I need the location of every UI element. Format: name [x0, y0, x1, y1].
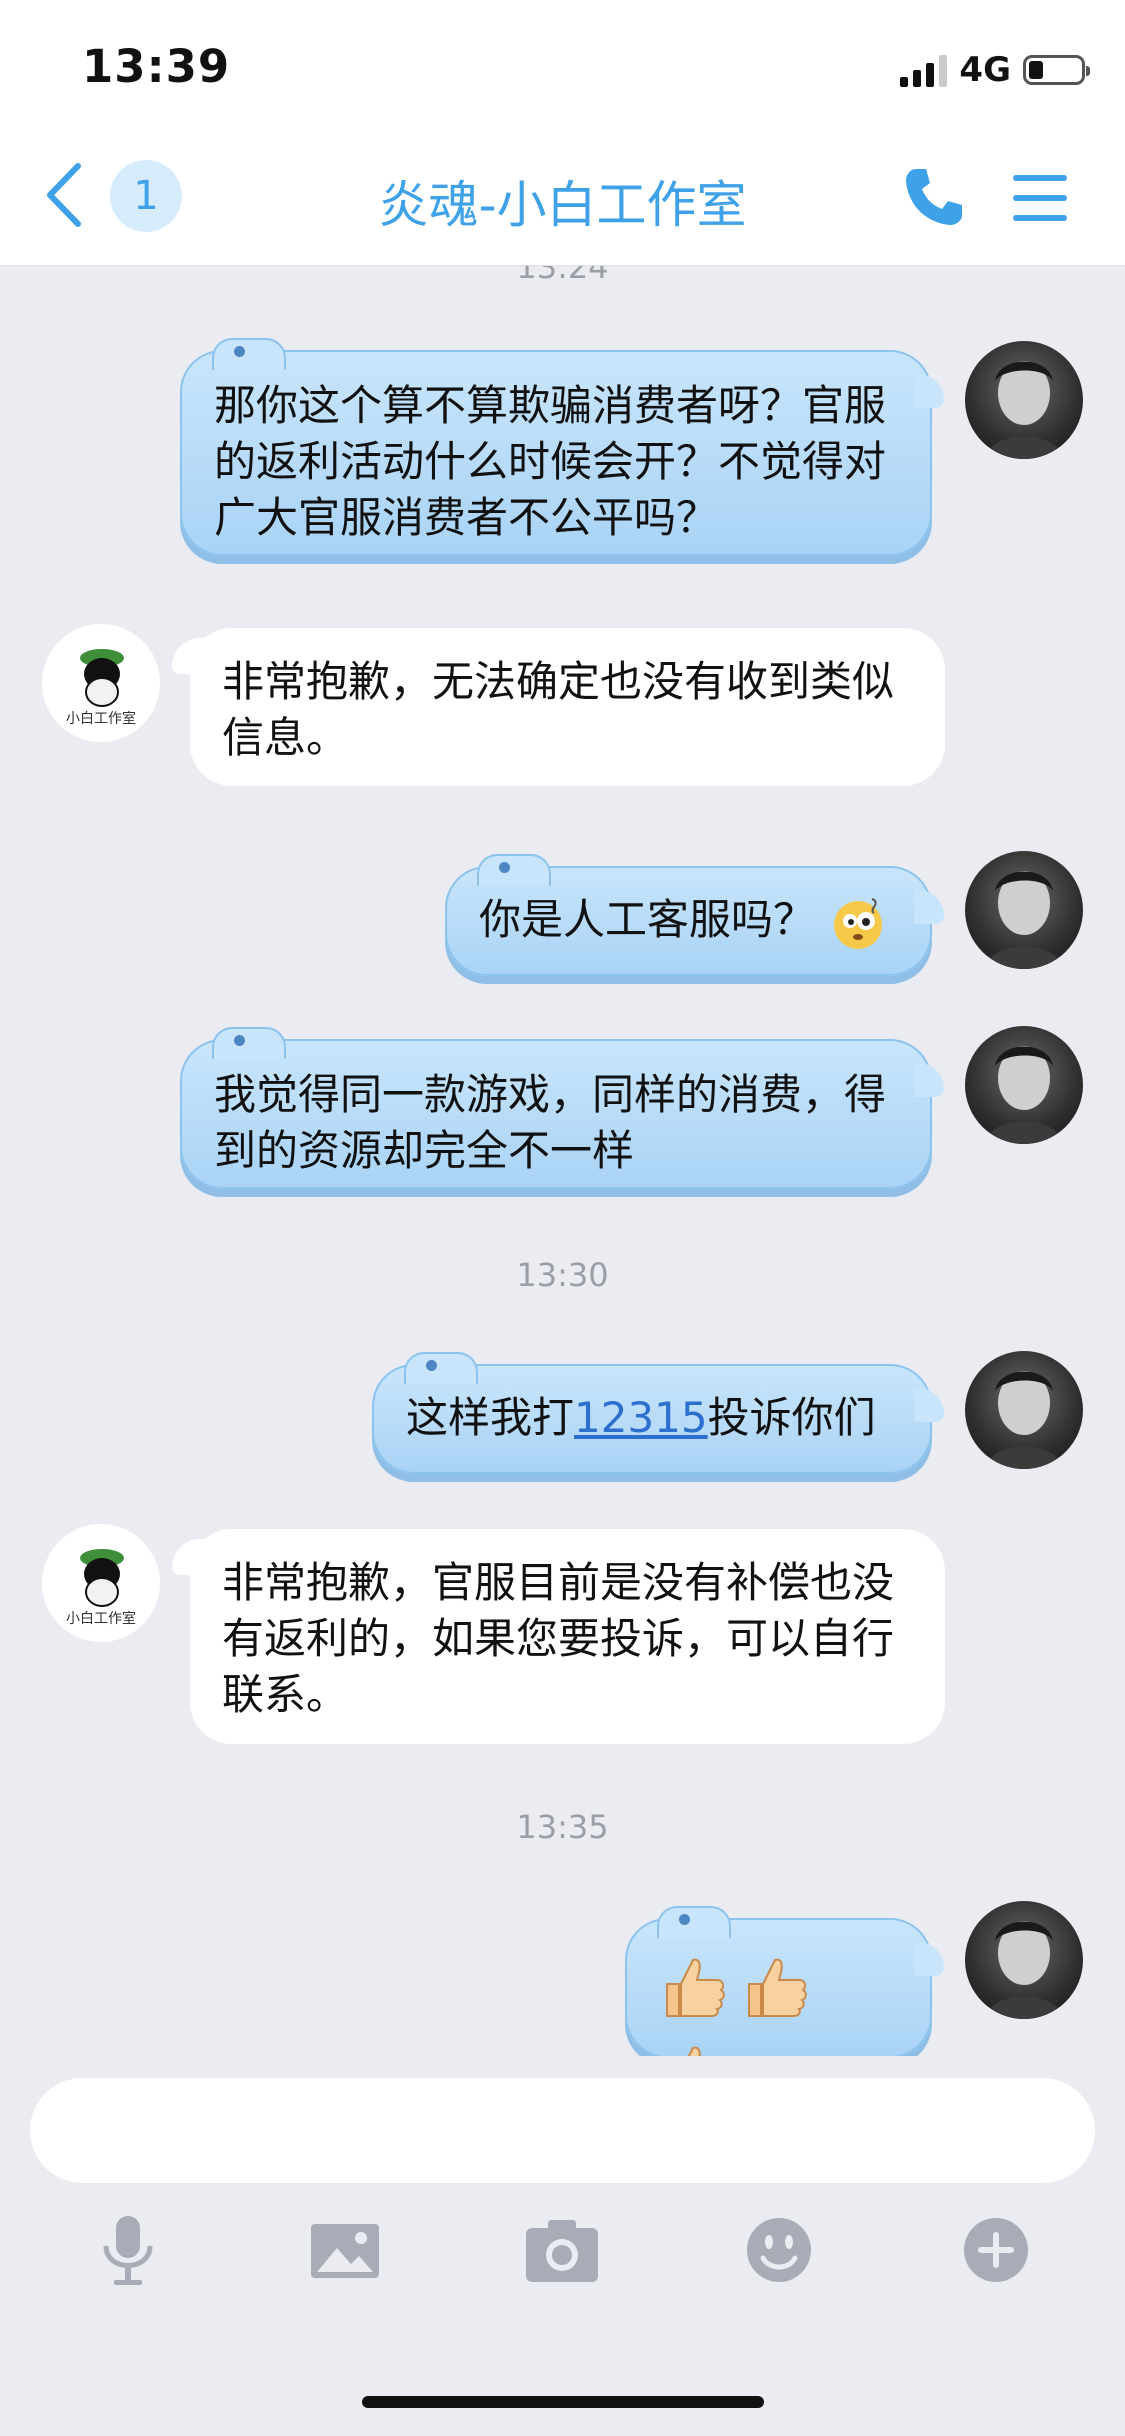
user-avatar[interactable]	[965, 1901, 1083, 2019]
image-icon[interactable]	[305, 2210, 385, 2290]
menu-icon[interactable]	[1013, 173, 1067, 223]
plus-icon[interactable]	[956, 2210, 1036, 2290]
phone-number-link[interactable]: 12315	[574, 1393, 708, 1442]
timestamp: 13:24	[516, 266, 609, 286]
chat-list[interactable]: 13:24 那你这个算不算欺骗消费者呀？官服的返利活动什么时候会开？不觉得对广大…	[0, 266, 1125, 2056]
message-text-prefix: 这样我打	[406, 1393, 575, 1442]
user-avatar[interactable]	[965, 1026, 1083, 1144]
thumbs-up-icon	[748, 1958, 807, 2017]
message-text: 那你这个算不算欺骗消费者呀？官服的返利活动什么时候会开？不觉得对广大官服消费者不…	[214, 381, 887, 542]
input-toolbar	[0, 2210, 1125, 2310]
thumbs-up-icon	[666, 1958, 725, 2017]
battery-icon	[1023, 55, 1090, 85]
message-text-suffix: 投诉你们	[707, 1393, 876, 1442]
message-bubble-outgoing[interactable]: 我觉得同一款游戏，同样的消费，得到的资源却完全不一样	[180, 1027, 944, 1189]
emoji-icon[interactable]	[739, 2210, 819, 2290]
message-text: 你是人工客服吗？	[479, 895, 816, 944]
user-avatar[interactable]	[965, 341, 1083, 459]
timestamp: 13:30	[516, 1256, 609, 1294]
message-bubble-incoming[interactable]: 非常抱歉，官服目前是没有补偿也没有返利的，如果您要投诉，可以自行联系。	[172, 1529, 945, 1744]
signal-icon	[900, 53, 948, 87]
phone-icon[interactable]	[902, 165, 966, 229]
status-time: 13:39	[82, 40, 231, 93]
microphone-icon[interactable]	[88, 2210, 168, 2290]
message-bubble-outgoing[interactable]: 你是人工客服吗？	[445, 854, 944, 976]
navigation-bar: 13:39 4G 1 炎魂-小白工作室	[0, 0, 1125, 266]
network-label: 4G	[959, 50, 1011, 90]
shop-avatar[interactable]: 小白工作室	[42, 624, 160, 742]
confused-face-icon	[834, 897, 883, 949]
user-avatar[interactable]	[965, 1351, 1083, 1469]
camera-icon[interactable]	[522, 2210, 602, 2290]
timestamp: 13:35	[516, 1808, 609, 1846]
message-bubble-outgoing[interactable]	[625, 1906, 944, 2056]
shop-avatar-label: 小白工作室	[66, 710, 136, 727]
message-bubble-outgoing[interactable]: 那你这个算不算欺骗消费者呀？官服的返利活动什么时候会开？不觉得对广大官服消费者不…	[180, 338, 944, 556]
message-bubble-incoming[interactable]: 非常抱歉，无法确定也没有收到类似信息。	[172, 628, 945, 786]
message-text: 非常抱歉，无法确定也没有收到类似信息。	[222, 657, 895, 762]
message-bubble-outgoing[interactable]: 这样我打12315投诉你们	[372, 1352, 944, 1474]
thumbs-up-group	[657, 1958, 821, 2056]
status-indicators: 4G	[900, 50, 1090, 90]
message-text: 非常抱歉，官服目前是没有补偿也没有返利的，如果您要投诉，可以自行联系。	[222, 1558, 895, 1719]
home-indicator	[362, 2396, 764, 2408]
shop-avatar[interactable]: 小白工作室	[42, 1524, 160, 1642]
shop-avatar-label: 小白工作室	[66, 1610, 136, 1627]
message-text: 我觉得同一款游戏，同样的消费，得到的资源却完全不一样	[214, 1070, 887, 1175]
user-avatar[interactable]	[965, 851, 1083, 969]
thumbs-up-icon	[687, 2046, 701, 2056]
message-input[interactable]	[30, 2078, 1095, 2183]
